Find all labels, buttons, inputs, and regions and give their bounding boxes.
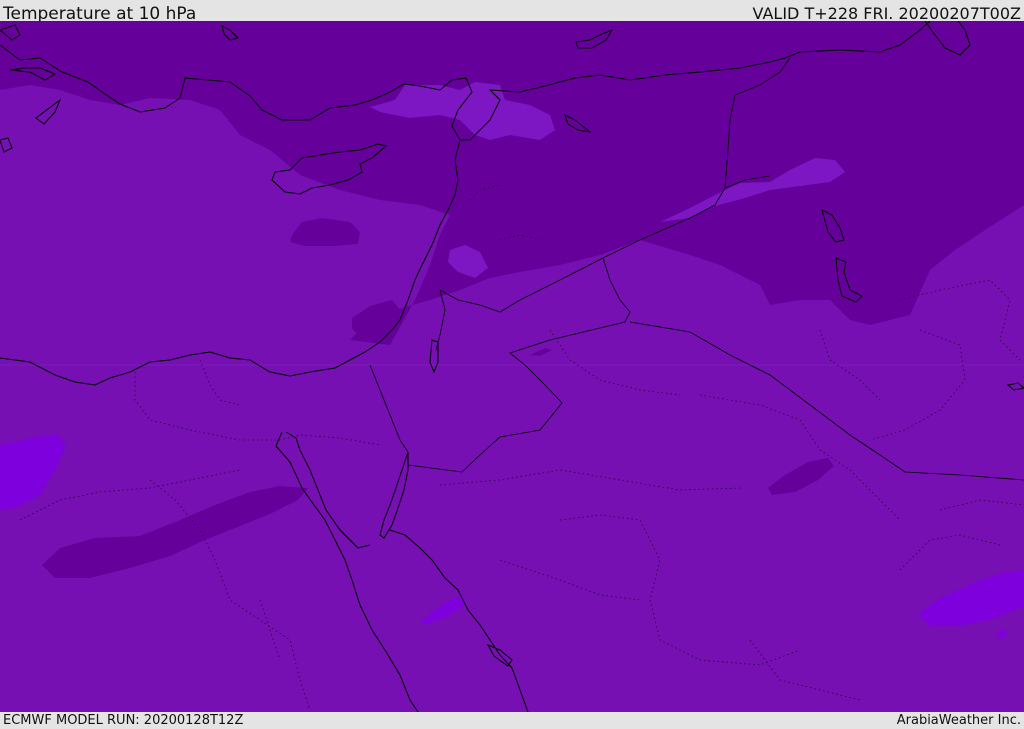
header-bar: Temperature at 10 hPa VALID T+228 FRI. 2…	[0, 0, 1024, 24]
footer-bar: ECMWF MODEL RUN: 20200128T12Z ArabiaWeat…	[0, 712, 1024, 729]
map-panel[interactable]	[0, 21, 1024, 712]
model-run-label: ECMWF MODEL RUN: 20200128T12Z	[3, 713, 244, 728]
temperature-map[interactable]	[0, 21, 1024, 712]
credit-label: ArabiaWeather Inc.	[896, 713, 1021, 728]
